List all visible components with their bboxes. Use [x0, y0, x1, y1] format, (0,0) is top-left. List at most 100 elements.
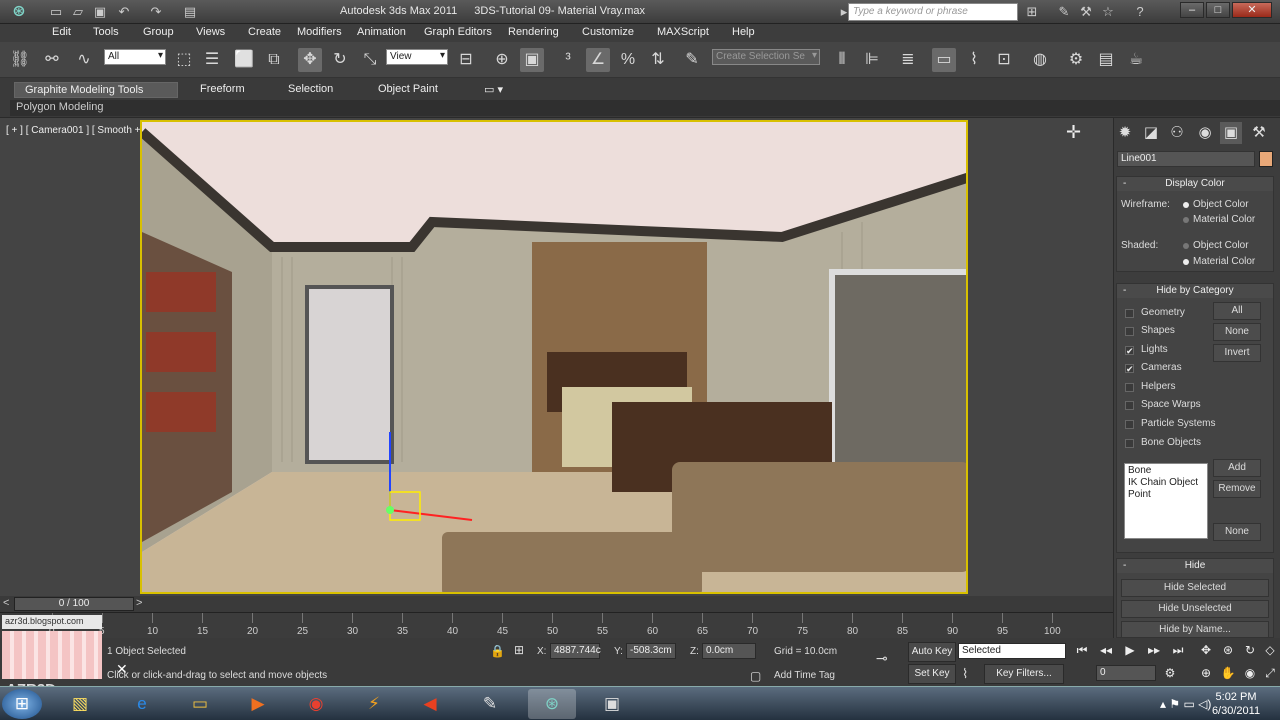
eye-walkthrough-icon[interactable]: ◉: [1240, 664, 1260, 682]
checkbox-cameras[interactable]: ✔: [1125, 364, 1134, 374]
checkbox-particle-systems[interactable]: [1125, 420, 1134, 429]
track-bar[interactable]: 0 5 10 15 20 25 30 35 40 45 50 55 60 65 …: [0, 612, 1113, 638]
mirror-icon[interactable]: ⫴: [830, 48, 854, 72]
keyboard-shortcut-override-icon[interactable]: ▣: [520, 48, 544, 72]
tab-freeform[interactable]: Freeform: [190, 82, 255, 98]
roll-icon[interactable]: ↻: [1240, 641, 1260, 659]
material-editor-icon[interactable]: ◍: [1028, 48, 1052, 72]
category-helpers-label[interactable]: Helpers: [1141, 381, 1175, 392]
rendered-frame-window-icon[interactable]: ▤: [1094, 48, 1118, 72]
select-and-rotate-icon[interactable]: ↻: [328, 48, 352, 72]
tab-object-paint[interactable]: Object Paint: [368, 82, 448, 98]
curve-editor-icon[interactable]: ⌇: [962, 48, 986, 72]
minimize-button[interactable]: –: [1180, 2, 1204, 18]
pan-icon[interactable]: ✥: [1196, 641, 1216, 659]
wireframe-object-color-radio[interactable]: [1183, 202, 1189, 208]
paint-app-icon[interactable]: ✎: [466, 689, 514, 719]
watermark-close-icon[interactable]: ✕: [116, 661, 128, 678]
graphite-toggle-icon[interactable]: ▭: [932, 48, 956, 72]
hide-unselected-button[interactable]: Hide Unselected: [1121, 600, 1269, 618]
system-clock[interactable]: 5:02 PM 6/30/2011: [1200, 690, 1272, 718]
go-to-start-icon[interactable]: ⏮: [1072, 641, 1092, 659]
camera-recorder-icon[interactable]: ▣: [588, 689, 636, 719]
search-input[interactable]: Type a keyword or phrase: [848, 3, 1018, 21]
key-icon[interactable]: ⊸: [876, 650, 888, 667]
help-icon[interactable]: ?: [1130, 3, 1150, 21]
communication-center-icon[interactable]: ✎: [1054, 3, 1074, 21]
save-file-icon[interactable]: ▣: [90, 3, 110, 21]
favorites-icon[interactable]: ☆: [1098, 3, 1118, 21]
time-slider-thumb[interactable]: 0 / 100: [14, 597, 134, 611]
render-production-icon[interactable]: ☕: [1124, 48, 1148, 72]
current-frame-field[interactable]: 0: [1096, 665, 1156, 681]
list-item[interactable]: Bone: [1128, 465, 1204, 477]
select-by-name-icon[interactable]: ☰: [200, 48, 224, 72]
viewcube-compass-icon[interactable]: ✛: [1066, 122, 1081, 143]
z-coordinate-field[interactable]: 0.0cm: [702, 643, 756, 659]
undo-icon[interactable]: ↶: [114, 3, 134, 21]
rectangular-selection-icon[interactable]: ⬜: [232, 48, 256, 72]
manage-layers-icon[interactable]: ≣: [896, 48, 920, 72]
add-time-tag[interactable]: Add Time Tag: [774, 670, 835, 681]
wireframe-material-color-label[interactable]: Material Color: [1193, 214, 1255, 225]
new-file-icon[interactable]: ▭: [46, 3, 66, 21]
x-coordinate-field[interactable]: 4887.744c: [550, 643, 601, 659]
viewport[interactable]: [ + ] [ Camera001 ] [ Smooth + Hi ✛: [0, 118, 1113, 596]
hide-selected-button[interactable]: Hide Selected: [1121, 579, 1269, 597]
menu-maxscript[interactable]: MAXScript: [657, 26, 709, 38]
file-explorer-icon[interactable]: ▭: [176, 689, 224, 719]
absolute-mode-icon[interactable]: ⊞: [514, 643, 524, 657]
object-name-field[interactable]: Line001: [1117, 151, 1255, 167]
key-tangent-icon[interactable]: ⌇: [962, 666, 968, 682]
maximize-viewport-icon[interactable]: ⤢: [1260, 664, 1280, 682]
invert-button[interactable]: Invert: [1213, 344, 1261, 362]
bind-space-warp-icon[interactable]: ∿: [72, 48, 96, 72]
object-color-swatch[interactable]: [1259, 151, 1273, 167]
menu-group[interactable]: Group: [143, 26, 174, 38]
named-selection-sets-dropdown[interactable]: Create Selection Se: [712, 49, 820, 65]
select-and-scale-icon[interactable]: ⤡: [358, 48, 382, 72]
next-frame-icon[interactable]: ▸▸: [1144, 641, 1164, 659]
none-list-button[interactable]: None: [1213, 523, 1261, 541]
ribbon-options-icon[interactable]: ▭ ▾: [474, 82, 513, 98]
angle-snap-icon[interactable]: ∠: [586, 48, 610, 72]
list-item[interactable]: IK Chain Object: [1128, 477, 1204, 489]
shaded-object-color-label[interactable]: Object Color: [1193, 240, 1249, 251]
wireframe-object-color-label[interactable]: Object Color: [1193, 199, 1249, 210]
category-bone-objects-label[interactable]: Bone Objects: [1141, 437, 1201, 448]
create-tab-icon[interactable]: ✹: [1114, 122, 1136, 144]
category-list[interactable]: Bone IK Chain Object Point: [1124, 463, 1208, 539]
wireframe-material-color-radio[interactable]: [1183, 217, 1189, 223]
menu-graph-editors[interactable]: Graph Editors: [424, 26, 492, 38]
menu-rendering[interactable]: Rendering: [508, 26, 559, 38]
lock-selection-icon[interactable]: 🔒: [490, 644, 505, 658]
spinner-snap-icon[interactable]: ⇅: [646, 48, 670, 72]
redo-icon[interactable]: ↷: [146, 3, 166, 21]
edit-named-selections-icon[interactable]: ✎: [680, 48, 704, 72]
menu-edit[interactable]: Edit: [52, 26, 71, 38]
open-file-icon[interactable]: ▱: [68, 3, 88, 21]
chrome-icon[interactable]: ◉: [292, 689, 340, 719]
utilities-tab-icon[interactable]: ⚒: [1248, 122, 1270, 144]
media-player-icon[interactable]: ▶: [234, 689, 282, 719]
all-button[interactable]: All: [1213, 302, 1261, 320]
binoculars-icon[interactable]: ⊞: [1022, 3, 1042, 21]
schematic-view-icon[interactable]: ⊡: [992, 48, 1016, 72]
maximize-button[interactable]: □: [1206, 2, 1230, 18]
3dsmax-taskbar-icon[interactable]: ⊛: [528, 689, 576, 719]
pivot-center-icon[interactable]: ⊟: [454, 48, 478, 72]
zoom-camera-icon[interactable]: ⊕: [1196, 664, 1216, 682]
y-coordinate-field[interactable]: -508.3cm: [626, 643, 676, 659]
percent-snap-icon[interactable]: %: [616, 48, 640, 72]
category-space-warps-label[interactable]: Space Warps: [1141, 399, 1201, 410]
internet-explorer-icon[interactable]: e: [118, 689, 166, 719]
auto-key-button[interactable]: Auto Key: [908, 642, 956, 662]
menu-help[interactable]: Help: [732, 26, 755, 38]
time-config-icon[interactable]: ⚙: [1160, 664, 1180, 682]
select-manipulate-icon[interactable]: ⊕: [490, 48, 514, 72]
tools-icon[interactable]: ⚒: [1076, 3, 1096, 21]
motion-tab-icon[interactable]: ◉: [1194, 122, 1216, 144]
list-item[interactable]: Point: [1128, 489, 1204, 501]
hide-by-category-header[interactable]: - Hide by Category: [1117, 284, 1273, 298]
fov-icon[interactable]: ◇: [1260, 641, 1280, 659]
